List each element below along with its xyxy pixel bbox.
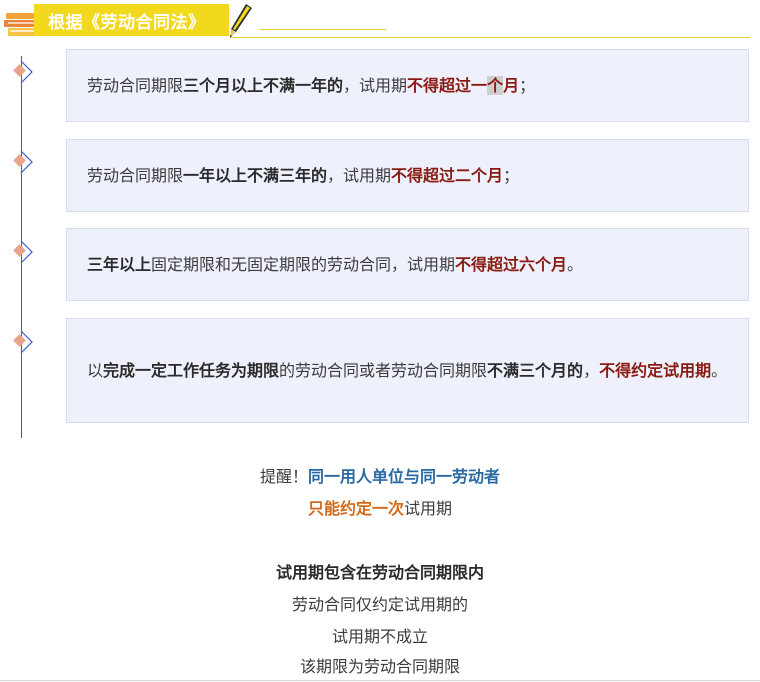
rule-text-segment: ；: [519, 75, 536, 95]
rule-emphasis-segment: 不得约定试用期: [599, 360, 712, 380]
timeline-marker-2: [13, 150, 33, 174]
rule-text-segment: ，: [583, 360, 600, 380]
rule-text-segment: 固定期限和无固定期限的劳动合同，试用期: [151, 254, 456, 274]
rule-bold-segment: 三年以上: [87, 254, 152, 274]
notes-line-1: 劳动合同仅约定试用期的: [291, 595, 468, 614]
reminder-line2-suffix: 试用期: [404, 499, 453, 518]
reminder-prefix: 提醒！: [259, 467, 308, 486]
rule-text-segment: 。: [567, 254, 584, 274]
rule-text-3: 三年以上固定期限和无固定期限的劳动合同，试用期不得超过六个月。: [87, 250, 583, 280]
rule-card-4: 以完成一定工作任务为期限的劳动合同或者劳动合同期限不满三个月的，不得约定试用期。: [66, 318, 749, 423]
rule-emphasis-segment: 不得超过二个月: [391, 165, 504, 185]
reminder-line-2: 只能约定一次试用期: [0, 499, 760, 519]
rule-emphasis-segment: 不得超过一: [407, 75, 488, 95]
rule-emphasis-segment: 月: [503, 75, 520, 95]
rule-card-2: 劳动合同期限一年以上不满三年的，试用期不得超过二个月；: [66, 139, 749, 212]
header-divider-long: [232, 37, 750, 38]
rule-text-segment: ，试用期: [343, 75, 408, 95]
rule-text-segment: 以: [87, 360, 104, 380]
rule-bold-segment: 不满三个月的: [487, 360, 584, 380]
pen-icon: [230, 4, 252, 38]
rule-text-segment: 劳动合同期限: [87, 75, 184, 95]
notes-line-2: 试用期不成立: [331, 627, 428, 646]
reminder-line-1: 提醒！同一用人单位与同一劳动者: [0, 467, 760, 487]
rule-highlight-segment: 个: [487, 75, 504, 95]
rule-text-segment: ；: [503, 165, 520, 185]
rule-card-3: 三年以上固定期限和无固定期限的劳动合同，试用期不得超过六个月。: [66, 228, 749, 301]
rule-text-4: 以完成一定工作任务为期限的劳动合同或者劳动合同期限不满三个月的，不得约定试用期。: [87, 356, 727, 386]
rule-text-2: 劳动合同期限一年以上不满三年的，试用期不得超过二个月；: [87, 161, 519, 191]
rule-text-segment: 的劳动合同或者劳动合同期限: [279, 360, 488, 380]
timeline-marker-4: [13, 330, 33, 354]
rule-emphasis-segment: 不得超过六个月: [455, 254, 568, 274]
rule-card-1: 劳动合同期限三个月以上不满一年的，试用期不得超过一个月；: [66, 49, 749, 122]
reminder-highlight: 同一用人单位与同一劳动者: [308, 467, 501, 486]
notes-heading: 试用期包含在劳动合同期限内: [275, 563, 484, 582]
header-title: 根据《劳动合同法》: [48, 13, 206, 33]
rule-text-segment: ，试用期: [327, 165, 392, 185]
rule-bold-segment: 三个月以上不满一年的: [183, 75, 344, 95]
reminder-once-highlight: 只能约定一次: [307, 499, 404, 518]
rule-bold-segment: 完成一定工作任务为期限: [103, 360, 280, 380]
header-divider-short: [260, 29, 386, 30]
section-header: 根据《劳动合同法》: [0, 0, 760, 42]
rule-text-1: 劳动合同期限三个月以上不满一年的，试用期不得超过一个月；: [87, 71, 535, 101]
bottom-divider: [0, 680, 760, 681]
timeline-marker-1: [13, 60, 33, 84]
rule-text-segment: 劳动合同期限: [87, 165, 184, 185]
rule-text-segment: 。: [711, 360, 728, 380]
notes-line-3: 该期限为劳动合同期限: [299, 657, 460, 676]
rule-bold-segment: 一年以上不满三年的: [183, 165, 328, 185]
timeline-marker-3: [13, 240, 33, 264]
